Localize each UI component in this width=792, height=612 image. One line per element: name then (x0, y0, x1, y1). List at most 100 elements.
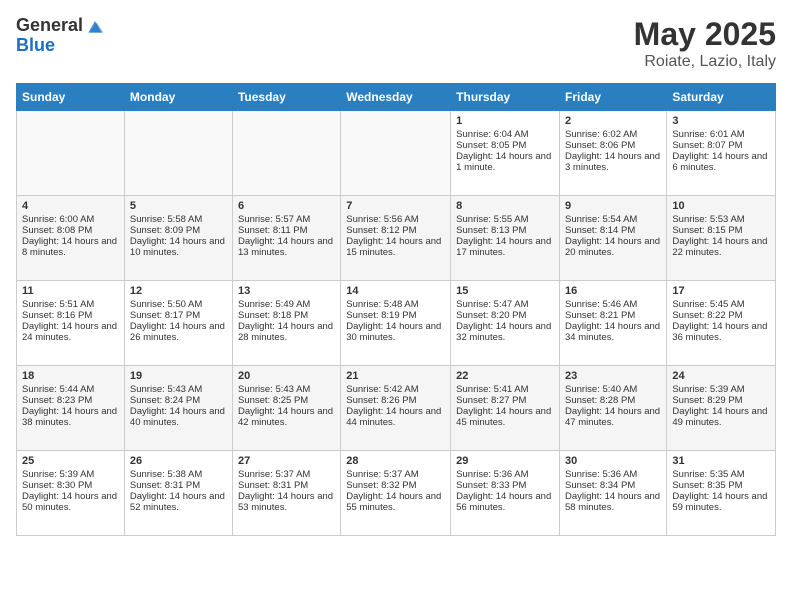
calendar-cell: 25 Sunrise: 5:39 AM Sunset: 8:30 PM Dayl… (17, 451, 125, 536)
calendar-cell: 27 Sunrise: 5:37 AM Sunset: 8:31 PM Dayl… (232, 451, 340, 536)
sunset-text: Sunset: 8:26 PM (346, 395, 416, 406)
sunset-text: Sunset: 8:08 PM (22, 225, 92, 236)
day-number: 2 (565, 115, 661, 127)
sunrise-text: Sunrise: 5:49 AM (238, 299, 310, 310)
calendar-cell: 16 Sunrise: 5:46 AM Sunset: 8:21 PM Dayl… (560, 281, 667, 366)
sunrise-text: Sunrise: 5:48 AM (346, 299, 418, 310)
daylight-text: Daylight: 14 hours and 26 minutes. (130, 321, 225, 343)
daylight-text: Daylight: 14 hours and 13 minutes. (238, 236, 333, 258)
calendar-cell (232, 111, 340, 196)
daylight-text: Daylight: 14 hours and 3 minutes. (565, 151, 660, 173)
calendar-header: Sunday Monday Tuesday Wednesday Thursday… (17, 84, 776, 111)
day-number: 31 (672, 455, 770, 467)
sunset-text: Sunset: 8:09 PM (130, 225, 200, 236)
day-number: 14 (346, 285, 445, 297)
title-block: May 2025 Roiate, Lazio, Italy (634, 16, 776, 71)
sunrise-text: Sunrise: 5:42 AM (346, 384, 418, 395)
calendar-cell: 5 Sunrise: 5:58 AM Sunset: 8:09 PM Dayli… (124, 196, 232, 281)
daylight-text: Daylight: 14 hours and 34 minutes. (565, 321, 660, 343)
day-number: 13 (238, 285, 335, 297)
calendar-cell (17, 111, 125, 196)
daylight-text: Daylight: 14 hours and 56 minutes. (456, 491, 551, 513)
header-sunday: Sunday (17, 84, 125, 111)
sunrise-text: Sunrise: 6:04 AM (456, 129, 528, 140)
calendar-cell: 1 Sunrise: 6:04 AM Sunset: 8:05 PM Dayli… (451, 111, 560, 196)
calendar-row: 11 Sunrise: 5:51 AM Sunset: 8:16 PM Dayl… (17, 281, 776, 366)
header-row: Sunday Monday Tuesday Wednesday Thursday… (17, 84, 776, 111)
daylight-text: Daylight: 14 hours and 8 minutes. (22, 236, 117, 258)
sunrise-text: Sunrise: 5:43 AM (130, 384, 202, 395)
calendar-cell: 15 Sunrise: 5:47 AM Sunset: 8:20 PM Dayl… (451, 281, 560, 366)
sunrise-text: Sunrise: 5:51 AM (22, 299, 94, 310)
day-number: 26 (130, 455, 227, 467)
calendar-cell: 20 Sunrise: 5:43 AM Sunset: 8:25 PM Dayl… (232, 366, 340, 451)
daylight-text: Daylight: 14 hours and 32 minutes. (456, 321, 551, 343)
calendar-cell: 2 Sunrise: 6:02 AM Sunset: 8:06 PM Dayli… (560, 111, 667, 196)
day-number: 1 (456, 115, 554, 127)
calendar-cell: 31 Sunrise: 5:35 AM Sunset: 8:35 PM Dayl… (667, 451, 776, 536)
location-title: Roiate, Lazio, Italy (634, 53, 776, 71)
day-number: 11 (22, 285, 119, 297)
calendar-cell: 30 Sunrise: 5:36 AM Sunset: 8:34 PM Dayl… (560, 451, 667, 536)
day-number: 9 (565, 200, 661, 212)
daylight-text: Daylight: 14 hours and 59 minutes. (672, 491, 767, 513)
daylight-text: Daylight: 14 hours and 36 minutes. (672, 321, 767, 343)
sunrise-text: Sunrise: 5:41 AM (456, 384, 528, 395)
calendar-cell: 8 Sunrise: 5:55 AM Sunset: 8:13 PM Dayli… (451, 196, 560, 281)
daylight-text: Daylight: 14 hours and 22 minutes. (672, 236, 767, 258)
header-wednesday: Wednesday (341, 84, 451, 111)
daylight-text: Daylight: 14 hours and 15 minutes. (346, 236, 441, 258)
sunset-text: Sunset: 8:19 PM (346, 310, 416, 321)
day-number: 15 (456, 285, 554, 297)
daylight-text: Daylight: 14 hours and 49 minutes. (672, 406, 767, 428)
sunset-text: Sunset: 8:29 PM (672, 395, 742, 406)
day-number: 12 (130, 285, 227, 297)
calendar-cell: 24 Sunrise: 5:39 AM Sunset: 8:29 PM Dayl… (667, 366, 776, 451)
sunset-text: Sunset: 8:23 PM (22, 395, 92, 406)
day-number: 20 (238, 370, 335, 382)
day-number: 27 (238, 455, 335, 467)
daylight-text: Daylight: 14 hours and 55 minutes. (346, 491, 441, 513)
calendar-cell: 3 Sunrise: 6:01 AM Sunset: 8:07 PM Dayli… (667, 111, 776, 196)
calendar-cell: 7 Sunrise: 5:56 AM Sunset: 8:12 PM Dayli… (341, 196, 451, 281)
daylight-text: Daylight: 14 hours and 6 minutes. (672, 151, 767, 173)
sunrise-text: Sunrise: 6:01 AM (672, 129, 744, 140)
header-monday: Monday (124, 84, 232, 111)
sunset-text: Sunset: 8:14 PM (565, 225, 635, 236)
sunrise-text: Sunrise: 5:57 AM (238, 214, 310, 225)
calendar-body: 1 Sunrise: 6:04 AM Sunset: 8:05 PM Dayli… (17, 111, 776, 536)
sunset-text: Sunset: 8:16 PM (22, 310, 92, 321)
calendar-cell: 23 Sunrise: 5:40 AM Sunset: 8:28 PM Dayl… (560, 366, 667, 451)
calendar-cell: 19 Sunrise: 5:43 AM Sunset: 8:24 PM Dayl… (124, 366, 232, 451)
day-number: 19 (130, 370, 227, 382)
sunset-text: Sunset: 8:35 PM (672, 480, 742, 491)
day-number: 28 (346, 455, 445, 467)
sunrise-text: Sunrise: 5:36 AM (565, 469, 637, 480)
sunrise-text: Sunrise: 5:38 AM (130, 469, 202, 480)
month-title: May 2025 (634, 16, 776, 53)
sunset-text: Sunset: 8:32 PM (346, 480, 416, 491)
daylight-text: Daylight: 14 hours and 24 minutes. (22, 321, 117, 343)
daylight-text: Daylight: 14 hours and 42 minutes. (238, 406, 333, 428)
sunset-text: Sunset: 8:05 PM (456, 140, 526, 151)
sunrise-text: Sunrise: 5:39 AM (672, 384, 744, 395)
calendar-row: 18 Sunrise: 5:44 AM Sunset: 8:23 PM Dayl… (17, 366, 776, 451)
calendar-cell (341, 111, 451, 196)
day-number: 5 (130, 200, 227, 212)
daylight-text: Daylight: 14 hours and 1 minute. (456, 151, 551, 173)
logo: General Blue (16, 16, 105, 56)
sunrise-text: Sunrise: 6:00 AM (22, 214, 94, 225)
calendar-cell: 4 Sunrise: 6:00 AM Sunset: 8:08 PM Dayli… (17, 196, 125, 281)
day-number: 30 (565, 455, 661, 467)
sunrise-text: Sunrise: 5:35 AM (672, 469, 744, 480)
daylight-text: Daylight: 14 hours and 45 minutes. (456, 406, 551, 428)
sunset-text: Sunset: 8:22 PM (672, 310, 742, 321)
sunset-text: Sunset: 8:11 PM (238, 225, 308, 236)
calendar-cell: 17 Sunrise: 5:45 AM Sunset: 8:22 PM Dayl… (667, 281, 776, 366)
logo-blue-text: Blue (16, 36, 55, 56)
calendar-cell: 22 Sunrise: 5:41 AM Sunset: 8:27 PM Dayl… (451, 366, 560, 451)
daylight-text: Daylight: 14 hours and 47 minutes. (565, 406, 660, 428)
daylight-text: Daylight: 14 hours and 52 minutes. (130, 491, 225, 513)
sunset-text: Sunset: 8:12 PM (346, 225, 416, 236)
calendar-row: 4 Sunrise: 6:00 AM Sunset: 8:08 PM Dayli… (17, 196, 776, 281)
